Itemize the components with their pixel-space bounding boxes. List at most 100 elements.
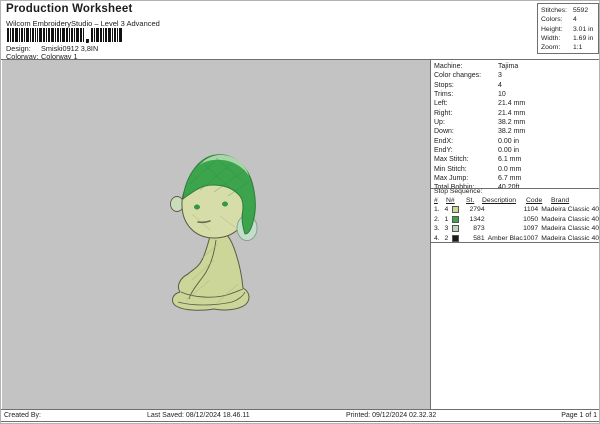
machine-row: Color changes: 3 <box>434 71 598 80</box>
machine-value: 10 <box>498 91 506 99</box>
machine-label: Min Stitch: <box>434 165 467 173</box>
summary-label: Zoom: <box>541 44 561 52</box>
cell-code: 1104 <box>523 206 539 214</box>
summary-row: Zoom: 1:1 <box>541 43 598 52</box>
machine-label: Right: <box>434 109 453 117</box>
cell-code: 1097 <box>523 225 539 233</box>
col-header-num: # <box>434 197 438 204</box>
machine-value: 6.1 mm <box>498 156 522 164</box>
machine-value: Tajima <box>498 63 519 70</box>
machine-value: 6.7 mm <box>498 175 522 183</box>
machine-label: Trims: <box>434 91 454 99</box>
barcode <box>7 28 122 43</box>
cell-num: 3. <box>434 225 440 233</box>
page-title: Production Worksheet <box>6 3 133 15</box>
cell-brand: Madeira Classic 40 <box>541 206 599 214</box>
cell-needle: 1 <box>444 215 449 223</box>
panel-divider-bottom <box>430 242 599 243</box>
col-header-code: Code <box>526 197 543 204</box>
machine-label: Left: <box>434 100 448 108</box>
footer-bar: Created By: Last Saved: 08/12/2024 18.46… <box>1 409 599 422</box>
production-worksheet-page: Production Worksheet Wilcom EmbroiderySt… <box>0 0 600 424</box>
cell-num: 1. <box>434 206 440 214</box>
machine-value: 38.2 mm <box>498 119 526 127</box>
stop-sequence-row: 1. 4 2794 1104 Madeira Classic 40 <box>434 205 599 215</box>
machine-row: Up: 38.2 mm <box>434 118 598 127</box>
cell-stitches: 1342 <box>469 215 485 223</box>
machine-label: Machine: <box>434 63 463 70</box>
cell-stitches: 873 <box>473 225 485 233</box>
machine-info-block: Machine: Tajima Color changes: 3 Stops: 4 T… <box>434 62 598 193</box>
design-summary-box: Stitches: 5592 Colors: 4 Height: 3.01 in Wi… <box>537 3 599 54</box>
machine-label: Color changes: <box>434 72 482 80</box>
machine-row: Machine: Tajima <box>434 62 598 71</box>
machine-value: 4 <box>498 81 502 89</box>
design-preview-area <box>2 60 431 409</box>
machine-row: Down: 38.2 mm <box>434 127 598 136</box>
character-eye-left <box>194 204 200 210</box>
thread-color-swatch <box>452 206 460 214</box>
cell-needle: 4 <box>444 206 449 214</box>
app-subtitle: Wilcom EmbroideryStudio – Level 3 Advanc… <box>6 19 160 28</box>
machine-row: Stops: 4 <box>434 81 598 90</box>
cell-brand: Madeira Classic 40 <box>541 215 599 223</box>
summary-label: Colors: <box>541 16 563 24</box>
summary-value: 1.69 in <box>573 34 594 42</box>
col-header-description: Description <box>482 197 516 204</box>
stop-sequence-row: 2. 1 1342 1050 Madeira Classic 40 <box>434 215 599 225</box>
machine-label: Max Jump: <box>434 175 469 183</box>
machine-value: 0.0 mm <box>498 165 522 173</box>
col-header-needle: N# <box>446 197 455 204</box>
summary-value: 4 <box>573 16 577 24</box>
machine-value: 21.4 mm <box>498 100 526 108</box>
machine-label: Stops: <box>434 81 454 89</box>
machine-value: 21.4 mm <box>498 109 526 117</box>
machine-row: Max Jump: 6.7 mm <box>434 174 598 183</box>
machine-value: 38.2 mm <box>498 128 526 136</box>
stop-sequence-row: 3. 3 873 1097 Madeira Classic 40 <box>434 224 599 234</box>
summary-label: Height: <box>541 25 563 33</box>
machine-label: Down: <box>434 128 454 136</box>
col-header-stitches: St. <box>466 197 475 204</box>
cell-swatch <box>452 215 463 223</box>
cell-stitches: 2794 <box>469 206 485 214</box>
footer-printed: Printed: 09/12/2024 02.32.32 <box>346 412 437 419</box>
machine-label: EndY: <box>434 147 453 155</box>
machine-row: EndX: 0.00 in <box>434 137 598 146</box>
summary-value: 5592 <box>573 7 589 14</box>
summary-label: Width: <box>541 34 561 42</box>
cell-brand: Madeira Classic 40 <box>541 225 599 233</box>
summary-row: Height: 3.01 in <box>541 25 598 34</box>
summary-row: Colors: 4 <box>541 15 598 24</box>
machine-row: EndY: 0.00 in <box>434 146 598 155</box>
summary-value: 1:1 <box>573 44 583 52</box>
machine-row: Max Stitch: 6.1 mm <box>434 155 598 164</box>
footer-page-number: Page 1 of 1 <box>561 412 597 419</box>
thread-color-swatch <box>452 225 460 233</box>
summary-row: Stitches: 5592 <box>541 6 598 15</box>
footer-created-by: Created By: <box>4 412 41 419</box>
summary-row: Width: 1.69 in <box>541 34 598 43</box>
machine-value: 3 <box>498 72 502 80</box>
embroidery-design-smiski <box>170 154 258 311</box>
stop-sequence-title: Stop Sequence: <box>434 188 483 195</box>
machine-value: 0.00 in <box>498 137 520 145</box>
cell-num: 2. <box>434 215 440 223</box>
machine-row: Min Stitch: 0.0 mm <box>434 165 598 174</box>
machine-value: 0.00 in <box>498 147 520 155</box>
summary-label: Stitches: <box>541 7 568 14</box>
character-body <box>172 233 250 311</box>
machine-label: Max Stitch: <box>434 156 469 164</box>
machine-label: EndX: <box>434 137 454 145</box>
thread-color-swatch <box>452 215 460 223</box>
character-eye-right <box>222 201 228 207</box>
footer-last-saved: Last Saved: 08/12/2024 18.46.11 <box>147 412 250 419</box>
stop-sequence-header: # N# St. Description Code Brand <box>434 196 599 205</box>
stop-sequence-block: Stop Sequence: # N# St. Description Code… <box>434 187 599 243</box>
col-header-brand: Brand <box>551 197 570 204</box>
cell-needle: 3 <box>444 225 449 233</box>
machine-row: Trims: 10 <box>434 90 598 99</box>
machine-row: Right: 21.4 mm <box>434 109 598 118</box>
machine-row: Left: 21.4 mm <box>434 99 598 108</box>
machine-label: Up: <box>434 119 445 127</box>
